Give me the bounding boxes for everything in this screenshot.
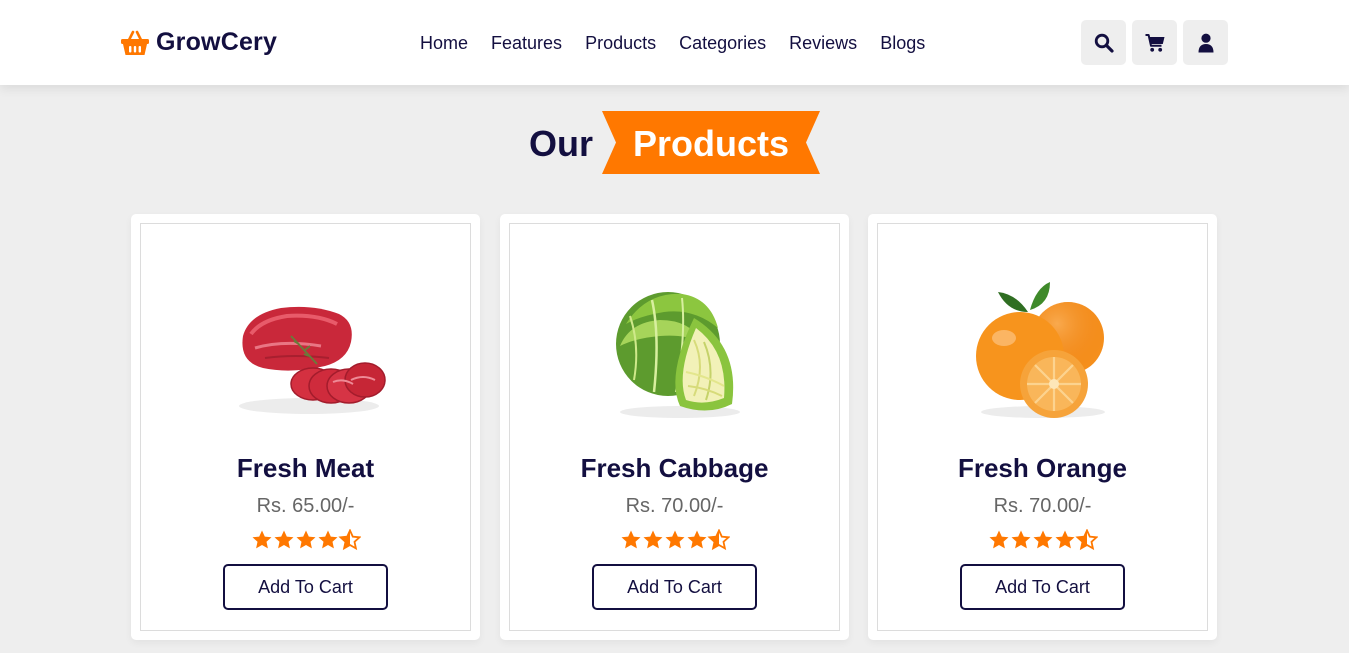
nav-home[interactable]: Home: [420, 32, 468, 54]
product-card: Fresh Meat Rs. 65.00/- Add To Cart: [131, 214, 480, 640]
star-rating-icon: [252, 529, 360, 550]
rating-stars: [141, 529, 470, 556]
add-to-cart-button[interactable]: Add To Cart: [223, 564, 388, 610]
orange-image: [878, 276, 1207, 426]
user-icon: [1198, 33, 1213, 52]
star-rating-icon: [989, 529, 1097, 550]
product-name: Fresh Orange: [957, 453, 1128, 483]
rating-stars: [878, 529, 1207, 556]
star-rating-icon: [621, 529, 729, 550]
basket-icon: [121, 30, 149, 55]
add-to-cart-button[interactable]: Add To Cart: [592, 564, 757, 610]
heading-ribbon: Products: [602, 111, 820, 174]
header-icons: [1081, 20, 1234, 65]
logo-text: GrowCery: [156, 28, 278, 56]
product-price: Rs. 70.00/-: [625, 495, 724, 517]
main-nav: Home Features Products Categories Review…: [420, 32, 948, 54]
product-price: Rs. 65.00/-: [256, 495, 355, 517]
heading-our: Our: [529, 123, 594, 164]
nav-reviews[interactable]: Reviews: [789, 32, 857, 54]
nav-categories[interactable]: Categories: [679, 32, 766, 54]
nav-features[interactable]: Features: [491, 32, 562, 54]
user-button[interactable]: [1183, 20, 1228, 65]
product-name: Fresh Cabbage: [580, 453, 769, 483]
nav-blogs[interactable]: Blogs: [880, 32, 925, 54]
product-card: Fresh Cabbage Rs. 70.00/- Add To Cart: [500, 214, 849, 640]
add-to-cart-button[interactable]: Add To Cart: [960, 564, 1125, 610]
cabbage-image: [510, 276, 839, 426]
search-button[interactable]: [1081, 20, 1126, 65]
product-price: Rs. 70.00/-: [993, 495, 1092, 517]
cart-button[interactable]: [1132, 20, 1177, 65]
meat-image: [141, 276, 470, 426]
nav-products[interactable]: Products: [585, 32, 656, 54]
rating-stars: [510, 529, 839, 556]
product-card: Fresh Orange Rs. 70.00/- Add To Cart: [868, 214, 1217, 640]
cart-icon: [1145, 33, 1164, 52]
search-icon: [1094, 33, 1114, 53]
site-header: GrowCery Home Features Products Categori…: [0, 0, 1349, 85]
heading-products: Products: [632, 123, 790, 164]
section-heading: Our Products: [0, 110, 1349, 174]
logo[interactable]: GrowCery: [120, 28, 277, 57]
product-name: Fresh Meat: [236, 453, 375, 483]
